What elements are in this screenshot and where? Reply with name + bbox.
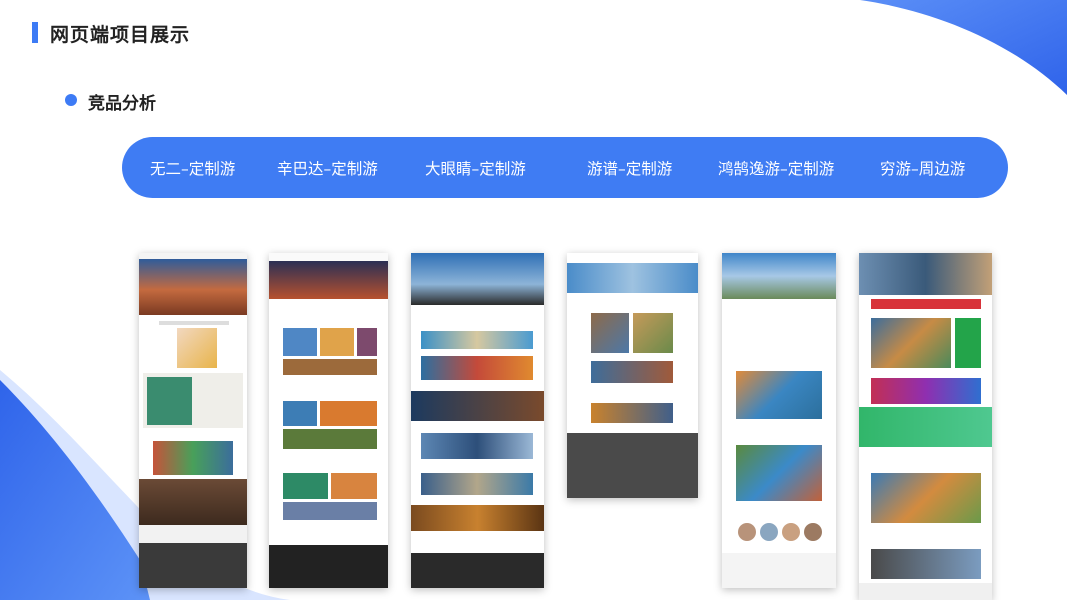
website-screenshot-honghuyiyou bbox=[722, 253, 836, 588]
bullet-dot bbox=[65, 94, 77, 106]
page-title: 网页端项目展示 bbox=[50, 24, 191, 46]
website-screenshot-xinbada bbox=[269, 253, 388, 588]
bottom-left-wave bbox=[0, 380, 150, 600]
competitor-label-1: 无二–定制游 bbox=[150, 160, 236, 178]
competitor-label-2: 辛巴达–定制游 bbox=[277, 160, 378, 178]
competitor-label-5: 鸿鹄逸游–定制游 bbox=[718, 160, 835, 178]
website-screenshot-youpu bbox=[567, 253, 698, 498]
competitor-banner bbox=[122, 137, 1008, 198]
section-title: 竞品分析 bbox=[88, 94, 156, 114]
top-right-wave bbox=[860, 0, 1067, 95]
competitor-label-6: 穷游–周边游 bbox=[880, 160, 966, 178]
website-screenshot-dayanjing bbox=[411, 253, 544, 588]
website-screenshot-qiongyou bbox=[859, 253, 992, 600]
competitor-label-3: 大眼睛–定制游 bbox=[425, 160, 526, 178]
website-screenshot-wuer bbox=[139, 253, 247, 588]
competitor-label-4: 游谱–定制游 bbox=[587, 160, 673, 178]
title-accent-bar bbox=[32, 22, 38, 43]
